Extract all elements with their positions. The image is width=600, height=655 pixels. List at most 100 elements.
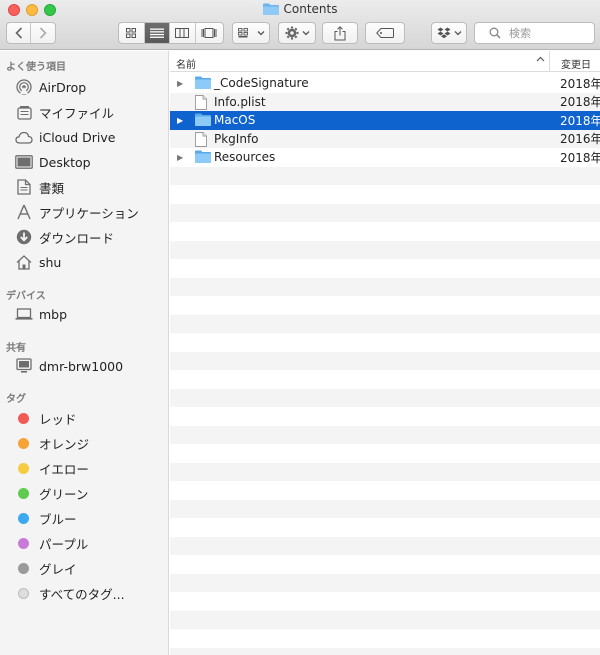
file-name: PkgInfo (214, 131, 259, 146)
sidebar-tag-red[interactable]: レッド (0, 407, 169, 429)
sidebar-tag-orange[interactable]: オレンジ (0, 432, 169, 454)
forward-button[interactable] (31, 23, 55, 43)
tag-purple-dot (18, 537, 29, 549)
empty-row (170, 499, 600, 518)
document-icon (14, 178, 34, 196)
list-view-button[interactable] (144, 23, 171, 43)
tag-orange-dot (18, 437, 29, 449)
icon-view-button[interactable] (119, 23, 145, 43)
tag-green-dot (18, 487, 29, 499)
sidebar-item-mbp[interactable]: mbp (0, 303, 169, 325)
sidebar-item-dmr-brw1000[interactable]: dmr-brw1000 (0, 355, 169, 377)
sidebar-tag-purple[interactable]: パープル (0, 532, 169, 554)
empty-row (170, 222, 600, 241)
dropbox-button[interactable] (431, 22, 467, 44)
file-row[interactable]: ▶ _CodeSignature 2018年6 (170, 74, 600, 93)
empty-row (170, 370, 600, 389)
empty-row (170, 407, 600, 426)
column-view-button[interactable] (170, 23, 196, 43)
cloud-icon (14, 128, 34, 146)
column-date-header[interactable]: 変更日 (561, 56, 591, 71)
sidebar-item-downloads[interactable]: ダウンロード (0, 226, 169, 248)
column-divider[interactable] (549, 51, 550, 72)
list-view-icon (149, 28, 164, 38)
sidebar-item-label: ダウンロード (39, 230, 115, 246)
file-list: 名前 変更日 ▶ _CodeSignature 2018年6 Info.plist 20… (170, 51, 600, 655)
empty-row (170, 518, 600, 537)
toolbar: Contents 検索 (0, 0, 600, 50)
file-date: 2016年1 (560, 132, 600, 147)
sidebar-tag-gray[interactable]: グレイ (0, 557, 169, 579)
sidebar-item-icloud-drive[interactable]: iCloud Drive (0, 126, 169, 148)
sidebar-item-desktop[interactable]: Desktop (0, 151, 169, 173)
chevron-right-icon (39, 27, 47, 39)
sidebar-item-documents[interactable]: 書類 (0, 176, 169, 198)
share-icon (334, 25, 346, 40)
empty-row (170, 536, 600, 555)
sidebar-section-shared: 共有 (6, 343, 26, 354)
file-row[interactable]: PkgInfo 2016年1 (170, 129, 600, 150)
tag-red-dot (18, 412, 29, 424)
applications-icon (14, 203, 34, 221)
arrange-button[interactable] (232, 22, 270, 44)
empty-row (170, 425, 600, 444)
monitor-icon (14, 357, 34, 375)
column-name-header[interactable]: 名前 (176, 56, 196, 71)
empty-row (170, 555, 600, 574)
desktop-icon (14, 153, 34, 171)
sidebar-item-label: アプリケーション (39, 205, 139, 221)
window-title: Contents (0, 2, 600, 18)
share-button[interactable] (322, 22, 358, 44)
gallery-view-button[interactable] (196, 23, 223, 43)
empty-row (170, 647, 600, 655)
nav-buttons (6, 22, 56, 44)
home-icon (14, 253, 34, 271)
folder-icon (195, 113, 211, 129)
sidebar-item-label: パープル (39, 536, 89, 552)
sidebar-tag-green[interactable]: グリーン (0, 482, 169, 504)
tag-button[interactable] (365, 22, 405, 44)
airdrop-icon (14, 78, 34, 96)
file-name: Info.plist (214, 94, 266, 109)
file-row[interactable]: ▶ MacOS 2018年6 (170, 111, 600, 130)
chevron-left-icon (14, 27, 22, 39)
sidebar-tag-all[interactable]: すべてのタグ... (0, 582, 169, 604)
sidebar-item-all-files[interactable]: マイファイル (0, 101, 169, 123)
sidebar-item-label: shu (39, 254, 62, 270)
tag-all-dot (18, 587, 29, 599)
file-date: 2018年6 (560, 113, 600, 128)
sidebar: よく使う項目 AirDrop マイファイル iCloud Drive Deskt… (0, 51, 169, 655)
sidebar-item-label: マイファイル (39, 105, 115, 121)
column-header: 名前 変更日 (170, 51, 600, 72)
arrange-icon (237, 28, 248, 38)
disclosure-triangle-icon[interactable]: ▶ (177, 153, 183, 162)
sidebar-item-label: AirDrop (39, 79, 87, 95)
sidebar-section-favorites: よく使う項目 (6, 62, 66, 73)
sidebar-item-applications[interactable]: アプリケーション (0, 201, 169, 223)
search-icon (489, 27, 501, 39)
sidebar-item-label: すべてのタグ... (39, 586, 125, 602)
empty-row (170, 185, 600, 204)
back-button[interactable] (7, 23, 32, 43)
sidebar-item-label: オレンジ (39, 436, 90, 452)
file-date: 2018年6 (560, 150, 600, 165)
empty-row (170, 462, 600, 481)
sidebar-item-home[interactable]: shu (0, 251, 169, 273)
disclosure-triangle-icon[interactable]: ▶ (177, 79, 183, 88)
empty-row (170, 166, 600, 185)
search-field[interactable]: 検索 (474, 22, 595, 44)
file-icon (195, 131, 207, 150)
file-date: 2018年6 (560, 95, 600, 110)
sidebar-tag-blue[interactable]: ブルー (0, 507, 169, 529)
gear-icon (285, 26, 298, 40)
file-name: Resources (214, 150, 276, 165)
file-row[interactable]: ▶ Resources 2018年6 (170, 148, 600, 167)
disclosure-triangle-icon[interactable]: ▶ (177, 116, 183, 125)
sidebar-item-airdrop[interactable]: AirDrop (0, 76, 169, 98)
empty-row (170, 277, 600, 296)
sidebar-tag-yellow[interactable]: イエロー (0, 457, 169, 479)
file-row[interactable]: Info.plist 2018年6 (170, 92, 600, 111)
file-date: 2018年6 (560, 76, 600, 91)
action-button[interactable] (278, 22, 316, 44)
chevron-down-icon (257, 31, 264, 36)
